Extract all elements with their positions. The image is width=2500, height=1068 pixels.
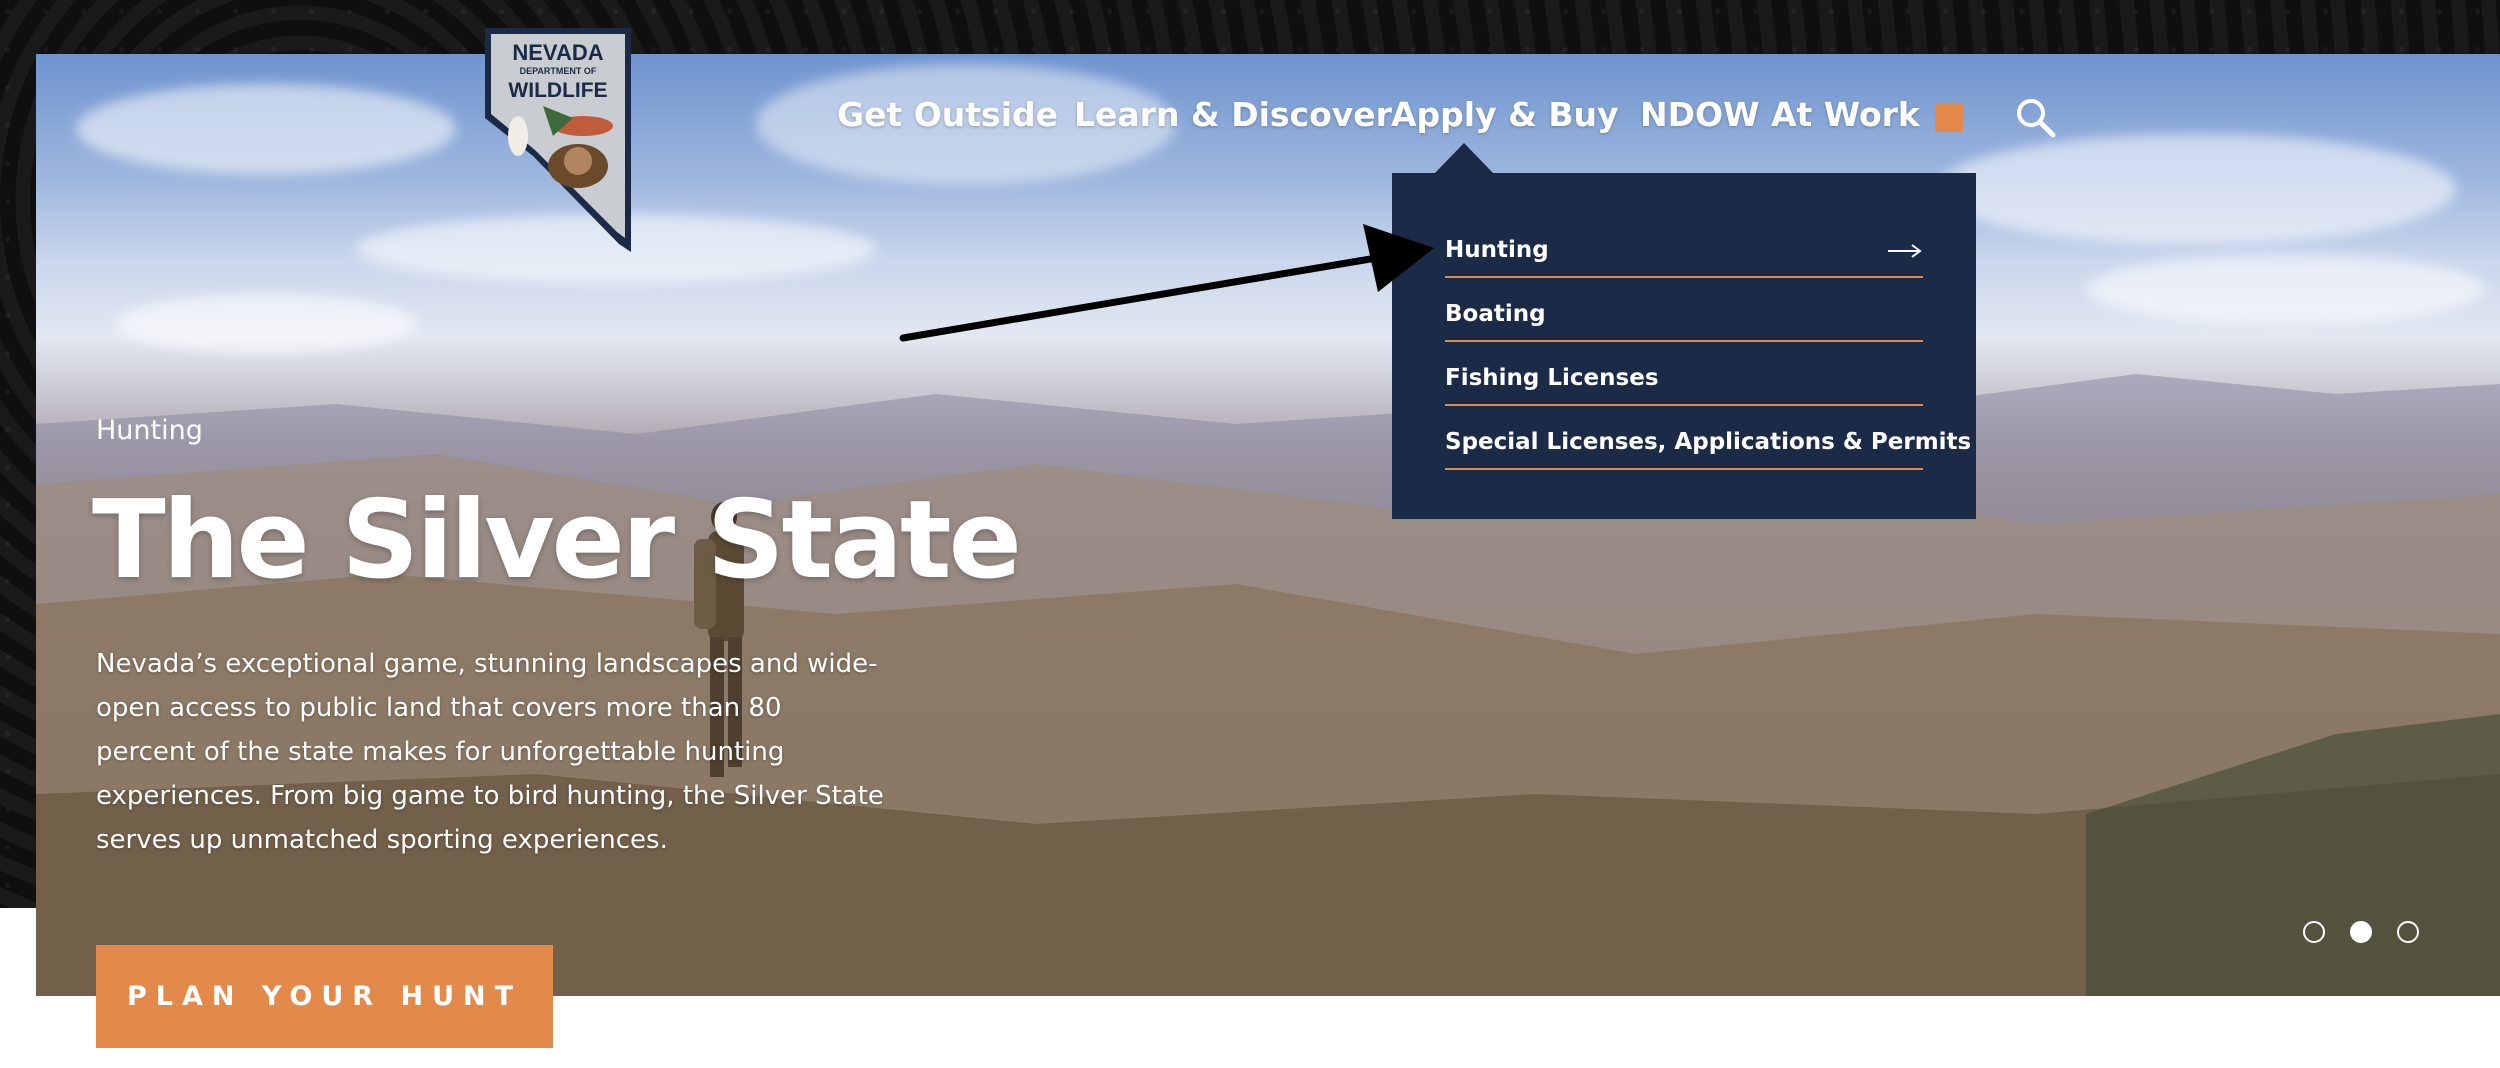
hero-eyebrow: Hunting	[96, 415, 203, 446]
carousel-dot-3[interactable]	[2397, 921, 2419, 943]
accent-square[interactable]	[1935, 104, 1963, 132]
plan-your-hunt-button[interactable]: PLAN YOUR HUNT	[96, 945, 553, 1048]
logo-line2: DEPARTMENT OF	[520, 66, 597, 76]
nav-learn-discover[interactable]: Learn & Discover	[1074, 95, 1392, 134]
dropdown-item-special-licenses[interactable]: Special Licenses, Applications & Permits	[1445, 425, 1971, 470]
ndow-logo[interactable]: NEVADA DEPARTMENT OF WILDLIFE	[483, 26, 633, 254]
carousel-dot-1[interactable]	[2303, 921, 2325, 943]
logo-line1: NEVADA	[512, 40, 603, 65]
dropdown-item-label: Hunting	[1445, 237, 1549, 263]
hero-title: The Silver State	[92, 478, 1022, 603]
dropdown-item-label: Fishing Licenses	[1445, 365, 1659, 391]
dropdown-item-fishing-licenses[interactable]: Fishing Licenses	[1445, 361, 1923, 406]
nav-ndow-at-work[interactable]: NDOW At Work	[1640, 95, 1920, 134]
hero-body: Nevada’s exceptional game, stunning land…	[96, 649, 884, 855]
dropdown-item-boating[interactable]: Boating	[1445, 297, 1923, 342]
nav-apply-buy[interactable]: Apply & Buy	[1391, 95, 1619, 134]
dropdown-caret	[1434, 143, 1494, 174]
logo-line3: WILDLIFE	[508, 79, 607, 102]
search-icon[interactable]	[2014, 96, 2056, 138]
dropdown-item-hunting[interactable]: Hunting	[1445, 233, 1923, 278]
arrow-right-icon	[1888, 244, 1922, 258]
dropdown-item-label: Special Licenses, Applications & Permits	[1445, 429, 1972, 455]
dropdown-item-label: Boating	[1445, 301, 1546, 327]
nav-get-outside[interactable]: Get Outside	[837, 95, 1058, 134]
carousel-dot-2[interactable]	[2350, 921, 2372, 943]
apply-buy-dropdown: Hunting Boating Fishing Licenses Special…	[1392, 173, 1976, 519]
